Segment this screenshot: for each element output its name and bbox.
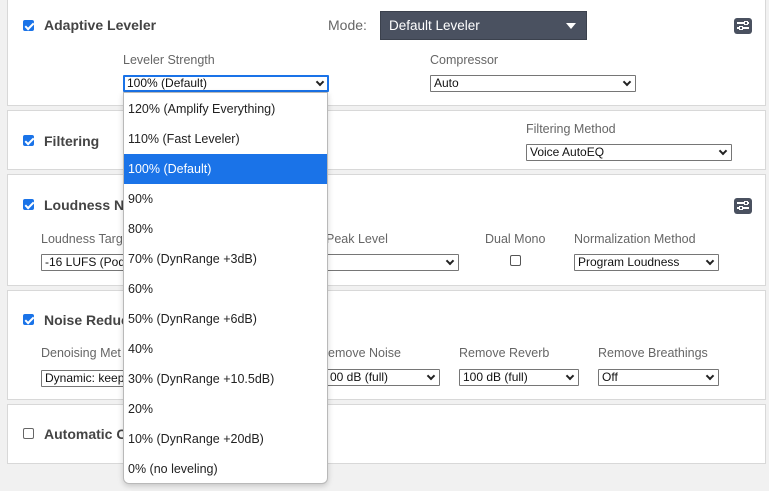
dropdown-option-selected[interactable]: 100% (Default) <box>124 154 327 184</box>
denoising-method-value: Dynamic: keep <box>45 371 125 385</box>
remove-noise-value: 00 dB (full) <box>330 370 389 384</box>
automatic-checkbox[interactable] <box>23 428 34 439</box>
automatic-panel: Automatic C <box>7 404 766 464</box>
filtering-method-label: Filtering Method <box>526 122 616 136</box>
leveler-strength-dropdown: 120% (Amplify Everything) 110% (Fast Lev… <box>123 92 328 484</box>
dropdown-option[interactable]: 60% <box>124 274 327 304</box>
loudness-target-value: -16 LUFS (Pod <box>45 255 126 269</box>
denoising-method-label: Denoising Met <box>41 346 121 360</box>
dropdown-option[interactable]: 90% <box>124 184 327 214</box>
dropdown-option[interactable]: 20% <box>124 394 327 424</box>
dropdown-option[interactable]: 110% (Fast Leveler) <box>124 124 327 154</box>
loudness-title: Loudness N <box>44 197 125 213</box>
remove-reverb-value: 100 dB (full) <box>463 370 528 384</box>
chevron-down-icon <box>705 256 715 266</box>
filtering-method-select[interactable]: Voice AutoEQ <box>526 144 732 161</box>
dropdown-option[interactable]: 50% (DynRange +6dB) <box>124 304 327 334</box>
chevron-down-icon <box>565 371 575 381</box>
automatic-title: Automatic C <box>44 426 127 442</box>
loudness-target-select[interactable]: -16 LUFS (Pod <box>41 254 131 271</box>
leveler-strength-select[interactable]: 100% (Default) <box>123 75 329 92</box>
remove-reverb-select[interactable]: 100 dB (full) <box>459 369 579 386</box>
peak-level-label: Peak Level <box>326 232 388 246</box>
chevron-down-icon <box>622 77 632 87</box>
loudness-panel: Loudness N Loudness Targ -16 LUFS (Pod P… <box>7 174 766 286</box>
compressor-select[interactable]: Auto <box>430 75 636 92</box>
normalization-method-select[interactable]: Program Loudness <box>574 254 719 271</box>
caret-down-icon <box>566 23 576 29</box>
dropdown-option[interactable]: 0% (no leveling) <box>124 454 327 483</box>
chevron-down-icon <box>705 371 715 381</box>
dropdown-option[interactable]: 40% <box>124 334 327 364</box>
loudness-checkbox[interactable] <box>23 199 34 210</box>
chevron-down-icon <box>718 146 728 156</box>
dropdown-option[interactable]: 10% (DynRange +20dB) <box>124 424 327 454</box>
denoising-method-select[interactable]: Dynamic: keep <box>41 370 131 387</box>
compressor-value: Auto <box>434 76 459 90</box>
compressor-label: Compressor <box>430 53 499 67</box>
filtering-checkbox[interactable] <box>23 135 34 146</box>
adaptive-leveler-title: Adaptive Leveler <box>44 17 157 33</box>
sliders-icon[interactable] <box>734 18 752 34</box>
dropdown-option[interactable]: 70% (DynRange +3dB) <box>124 244 327 274</box>
remove-breathings-value: Off <box>602 370 618 384</box>
dual-mono-label: Dual Mono <box>485 232 546 246</box>
remove-reverb-label: Remove Reverb <box>459 346 550 360</box>
noise-reduction-panel: Noise Reduc Denoising Met Dynamic: keep … <box>7 290 766 400</box>
mode-label: Mode: <box>328 17 367 33</box>
normalization-method-label: Normalization Method <box>574 232 696 246</box>
adaptive-leveler-panel: Adaptive Leveler Mode: Default Leveler L… <box>7 0 766 106</box>
sliders-icon[interactable] <box>734 198 752 214</box>
leveler-strength-label: Leveler Strength <box>123 53 215 67</box>
remove-breathings-label: Remove Breathings <box>598 346 708 360</box>
dropdown-option[interactable]: 80% <box>124 214 327 244</box>
noise-reduction-title: Noise Reduc <box>44 312 129 328</box>
remove-breathings-select[interactable]: Off <box>598 369 719 386</box>
mode-select-value: Default Leveler <box>389 18 480 33</box>
peak-level-select[interactable] <box>326 254 459 271</box>
remove-noise-select[interactable]: 00 dB (full) <box>326 369 440 386</box>
loudness-target-label: Loudness Targ <box>41 232 123 246</box>
chevron-down-icon <box>315 77 325 87</box>
adaptive-leveler-checkbox[interactable] <box>23 20 34 31</box>
mode-select[interactable]: Default Leveler <box>380 11 587 40</box>
chevron-down-icon <box>445 256 455 266</box>
leveler-strength-value: 100% (Default) <box>127 76 208 90</box>
dropdown-option[interactable]: 120% (Amplify Everything) <box>124 94 327 124</box>
normalization-method-value: Program Loudness <box>578 255 680 269</box>
dual-mono-checkbox[interactable] <box>510 255 521 266</box>
chevron-down-icon <box>426 371 436 381</box>
filtering-method-value: Voice AutoEQ <box>530 145 605 159</box>
remove-noise-label: emove Noise <box>328 346 401 360</box>
filtering-panel: Filtering Filtering Method Voice AutoEQ <box>7 110 766 170</box>
filtering-title: Filtering <box>44 133 100 149</box>
noise-reduction-checkbox[interactable] <box>23 314 34 325</box>
dropdown-option[interactable]: 30% (DynRange +10.5dB) <box>124 364 327 394</box>
